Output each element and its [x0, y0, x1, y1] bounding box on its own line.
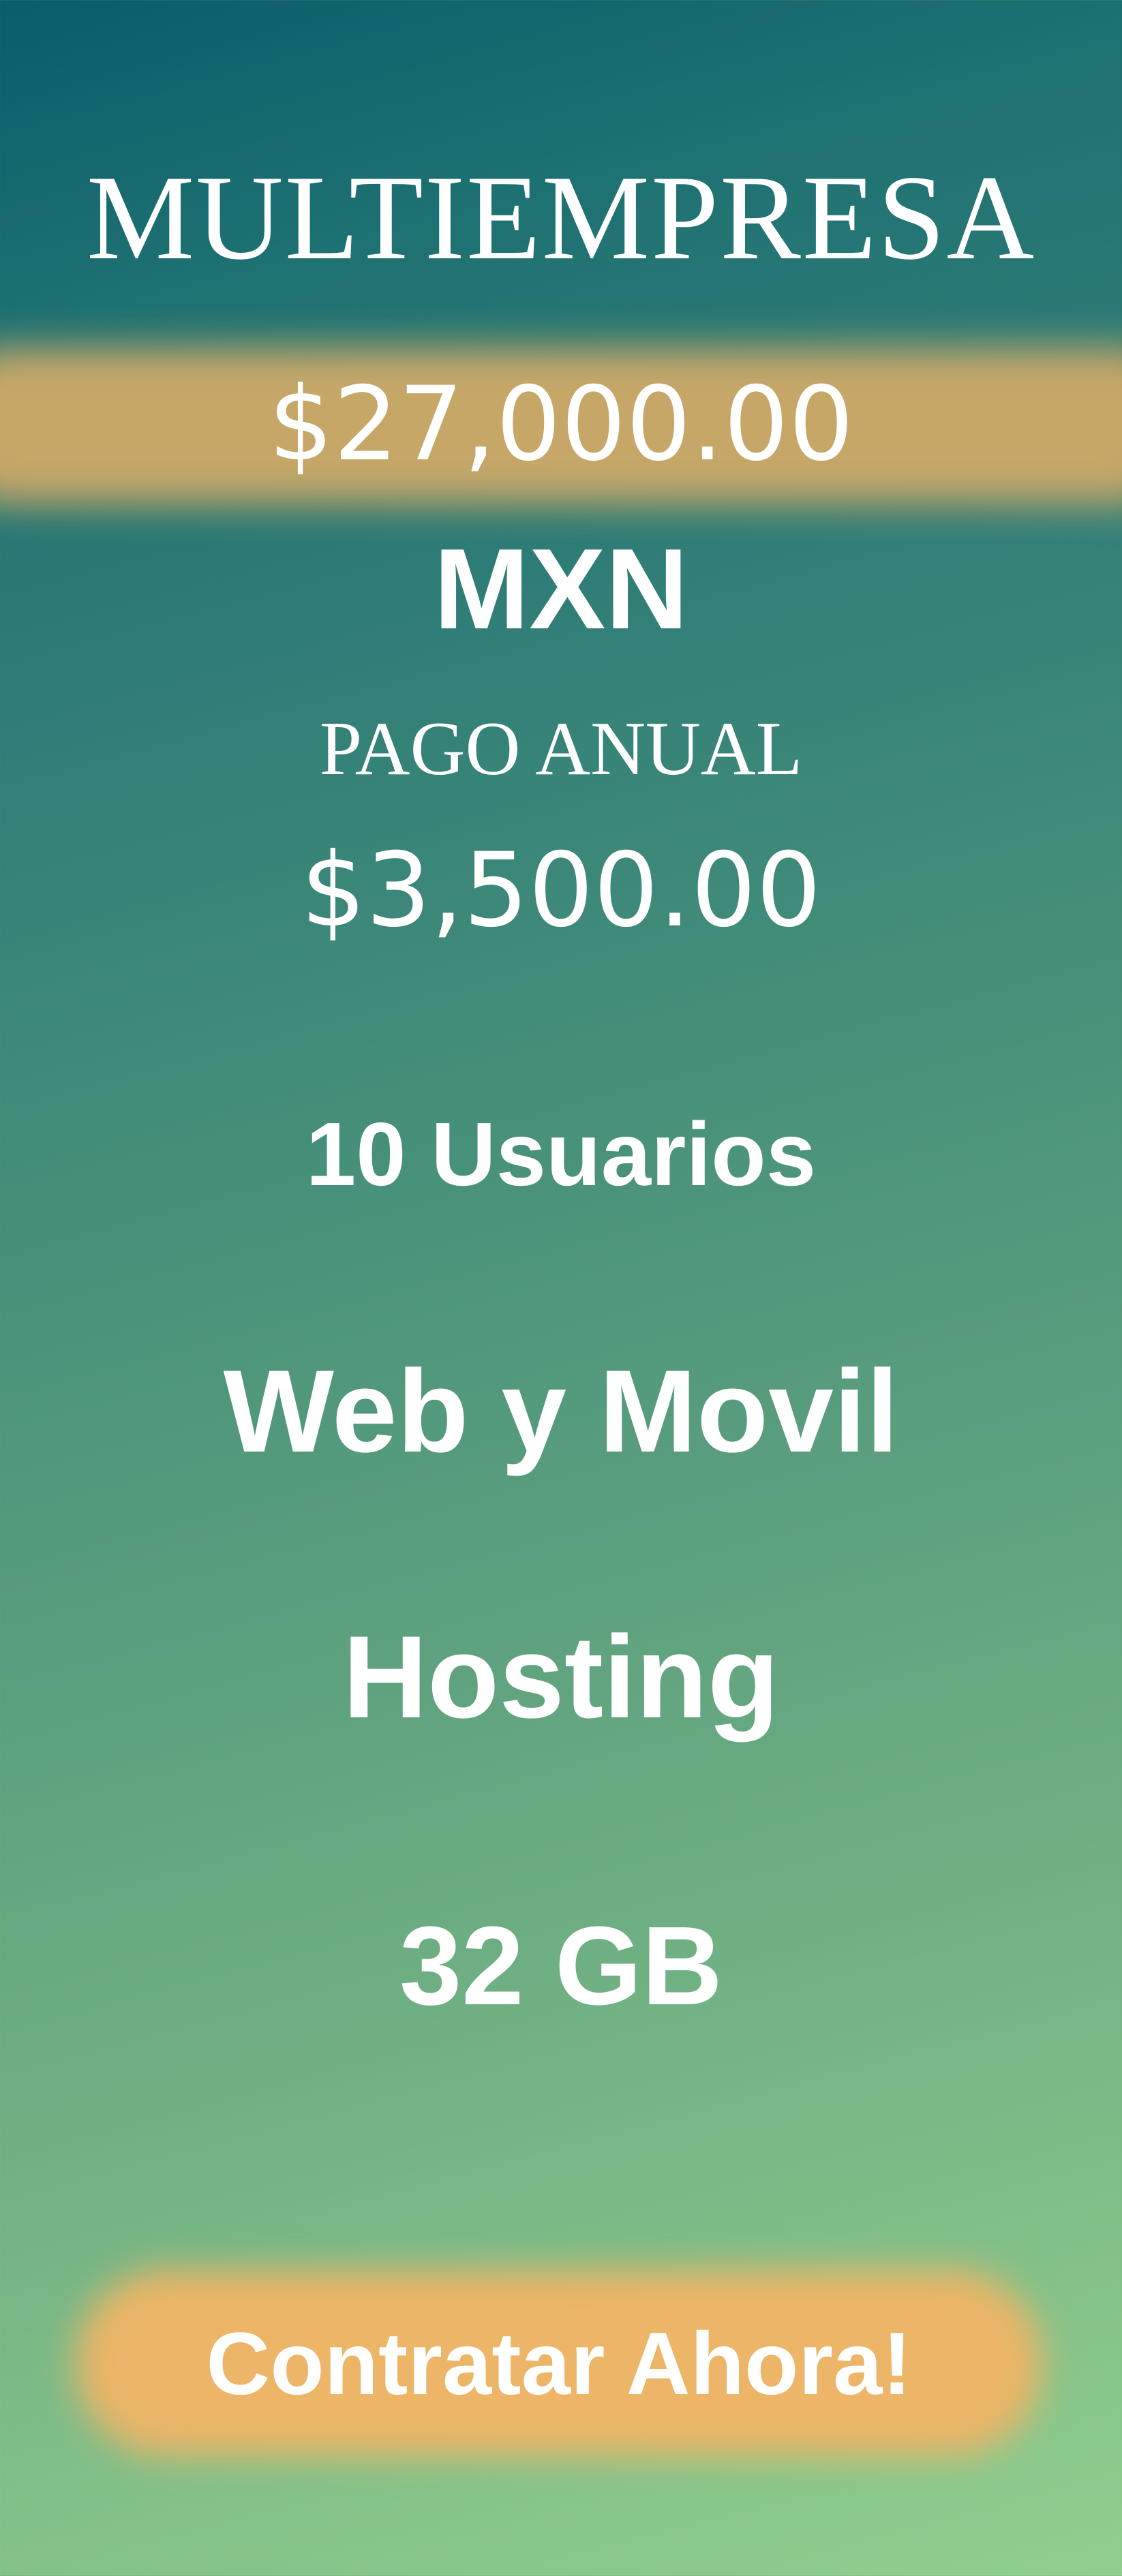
feature-storage: 32 GB: [399, 1903, 723, 2028]
plan-title: MULTIEMPRESA: [86, 150, 1036, 285]
pricing-card: MULTIEMPRESA $27,000.00 MXN PAGO ANUAL $…: [0, 0, 1122, 2576]
annual-price: $3,500.00: [301, 831, 821, 950]
annual-payment-label: PAGO ANUAL: [319, 707, 803, 791]
currency-label: MXN: [434, 525, 688, 653]
feature-hosting: Hosting: [342, 1612, 780, 1743]
feature-platforms: Web y Movil: [223, 1346, 899, 1477]
plan-price: $27,000.00: [268, 365, 854, 484]
contratar-button[interactable]: Contratar Ahora!: [75, 2269, 1043, 2457]
feature-users: 10 Usuarios: [305, 1104, 817, 1204]
